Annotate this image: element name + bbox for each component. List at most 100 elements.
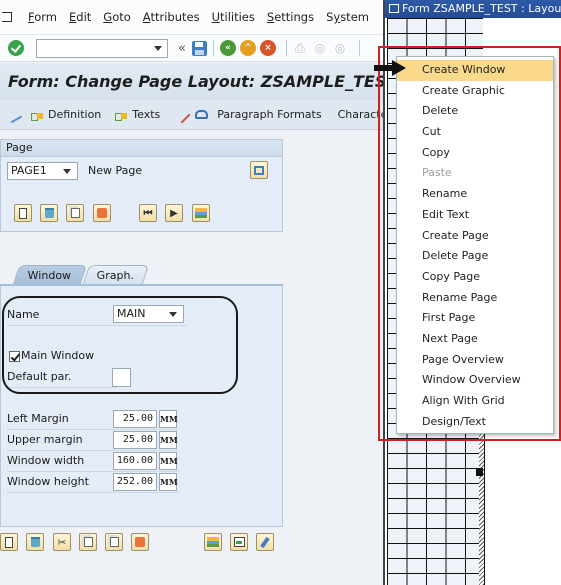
page-settings-icon: [254, 165, 264, 175]
page-select-value: PAGE1: [11, 164, 47, 177]
first-page-button[interactable]: ⏮: [139, 204, 157, 222]
save-icon[interactable]: [191, 40, 207, 56]
page-description: New Page: [88, 164, 143, 177]
rename-page-button[interactable]: [93, 204, 111, 222]
menu-utilities[interactable]: Utilities: [212, 10, 255, 24]
paste-icon: [109, 537, 119, 547]
display-change-button[interactable]: [5, 106, 23, 123]
system-menu-icon[interactable]: [2, 11, 16, 23]
tab-window-label: Window: [27, 269, 72, 282]
magic-wand-icon: [173, 106, 191, 123]
window-import-icon: [233, 537, 245, 547]
delete-page-button[interactable]: [40, 204, 58, 222]
find-next-icon[interactable]: ◎: [333, 41, 347, 55]
menu-edit[interactable]: Edit: [69, 10, 91, 24]
pencil-icon: [260, 536, 270, 548]
new-document-icon: [5, 536, 13, 548]
toolbar-separator: [358, 40, 360, 56]
window-height-unit[interactable]: MM: [159, 473, 178, 491]
resize-handle[interactable]: [476, 468, 483, 476]
find-icon[interactable]: ◎: [313, 41, 327, 55]
left-margin-label: Left Margin: [7, 412, 69, 425]
menu-form[interactable]: Form: [28, 10, 57, 24]
next-page-icon: ▶: [170, 207, 178, 219]
chevron-down-icon[interactable]: [154, 45, 162, 51]
window-width-label: Window width: [7, 454, 85, 467]
rename-window-button[interactable]: [131, 533, 149, 551]
page-settings-button[interactable]: [250, 161, 268, 179]
edit-text-button[interactable]: [256, 533, 274, 551]
hat-icon: [195, 110, 209, 119]
copy-page-button[interactable]: [66, 204, 84, 222]
window-width-unit[interactable]: MM: [159, 452, 178, 470]
exit-icon[interactable]: ^: [239, 40, 256, 56]
annotation-red-frame: [378, 46, 561, 441]
tab-graph[interactable]: Graph.: [82, 265, 150, 284]
create-window-button[interactable]: [0, 533, 18, 551]
title-bar: Form: Change Page Layout: ZSAMPLE_TEST: [0, 63, 397, 100]
command-input[interactable]: [37, 39, 149, 57]
create-page-button[interactable]: [14, 204, 32, 222]
copy-icon: [83, 537, 93, 547]
menu-settings[interactable]: Settings: [267, 10, 314, 24]
page-group: Page PAGE1 New Page ⏮ ▶: [0, 139, 283, 232]
page-group-header: Page: [1, 140, 282, 157]
left-margin-input[interactable]: 25.00: [113, 410, 157, 428]
trash-icon: [30, 537, 40, 547]
tab-graph-label: Graph.: [97, 269, 135, 282]
create-graphic-button[interactable]: [204, 533, 222, 551]
cancel-icon[interactable]: ×: [259, 40, 276, 56]
window-width-input[interactable]: 160.00: [113, 452, 157, 470]
cut-window-button[interactable]: ✂: [53, 533, 71, 551]
enter-check-icon[interactable]: [8, 40, 24, 56]
collapse-chevron-icon[interactable]: «: [178, 41, 186, 56]
paste-window-button[interactable]: [105, 533, 123, 551]
upper-margin-unit[interactable]: MM: [159, 431, 178, 449]
definition-label: Definition: [48, 108, 102, 121]
command-field[interactable]: [36, 38, 168, 58]
window-icon: [389, 4, 399, 13]
picture-icon: [195, 208, 207, 218]
toolbar-separator: [285, 40, 287, 56]
print-icon[interactable]: ⎙: [293, 41, 307, 55]
picture-icon: [207, 537, 219, 547]
first-page-icon: ⏮: [143, 207, 153, 219]
page-select[interactable]: PAGE1: [7, 162, 78, 180]
annotation-highlight-ring: [2, 296, 238, 394]
rename-icon: [135, 537, 145, 547]
texts-button[interactable]: Texts: [115, 108, 160, 121]
layout-window-title: Form ZSAMPLE_TEST : Layout: [402, 2, 561, 15]
next-page-button[interactable]: ▶: [165, 204, 183, 222]
delete-window-button[interactable]: [26, 533, 44, 551]
window-overview-button[interactable]: [230, 533, 248, 551]
copy-window-button[interactable]: [79, 533, 97, 551]
menu-bar: Form Edit Goto Attributes Utilities Sett…: [0, 0, 385, 34]
texts-icon: [115, 109, 129, 121]
upper-margin-label: Upper margin: [7, 433, 83, 446]
window-height-input[interactable]: 252.00: [113, 473, 157, 491]
scissors-icon: ✂: [57, 535, 67, 549]
paragraph-formats-button[interactable]: Paragraph Formats: [195, 108, 322, 121]
left-margin-unit[interactable]: MM: [159, 410, 178, 428]
page-title: Form: Change Page Layout: ZSAMPLE_TEST: [8, 72, 398, 91]
magic-wand-button[interactable]: [173, 106, 191, 123]
back-icon[interactable]: «: [219, 40, 236, 56]
layout-window-title-bar: Form ZSAMPLE_TEST : Layout: [385, 0, 561, 18]
menu-goto[interactable]: Goto: [103, 10, 131, 24]
menu-attributes[interactable]: Attributes: [143, 10, 200, 24]
toolbar-separator: [212, 40, 214, 56]
window-height-label: Window height: [7, 475, 89, 488]
texts-label: Texts: [132, 108, 161, 121]
page-graphic-button[interactable]: [192, 204, 210, 222]
standard-toolbar: « « ^ × ⎙ ◎ ◎: [0, 34, 385, 62]
upper-margin-input[interactable]: 25.00: [113, 431, 157, 449]
copy-icon: [70, 208, 80, 218]
definition-button[interactable]: Definition: [31, 108, 101, 121]
tab-window[interactable]: Window: [12, 265, 88, 284]
glasses-pencil-icon: [5, 106, 23, 123]
application-toolbar: Definition Texts Paragraph Formats Chara…: [0, 100, 385, 130]
trash-icon: [44, 208, 54, 218]
window-border-hatch: [479, 420, 485, 585]
menu-system[interactable]: System: [326, 10, 369, 24]
chevron-down-icon[interactable]: [63, 169, 71, 174]
